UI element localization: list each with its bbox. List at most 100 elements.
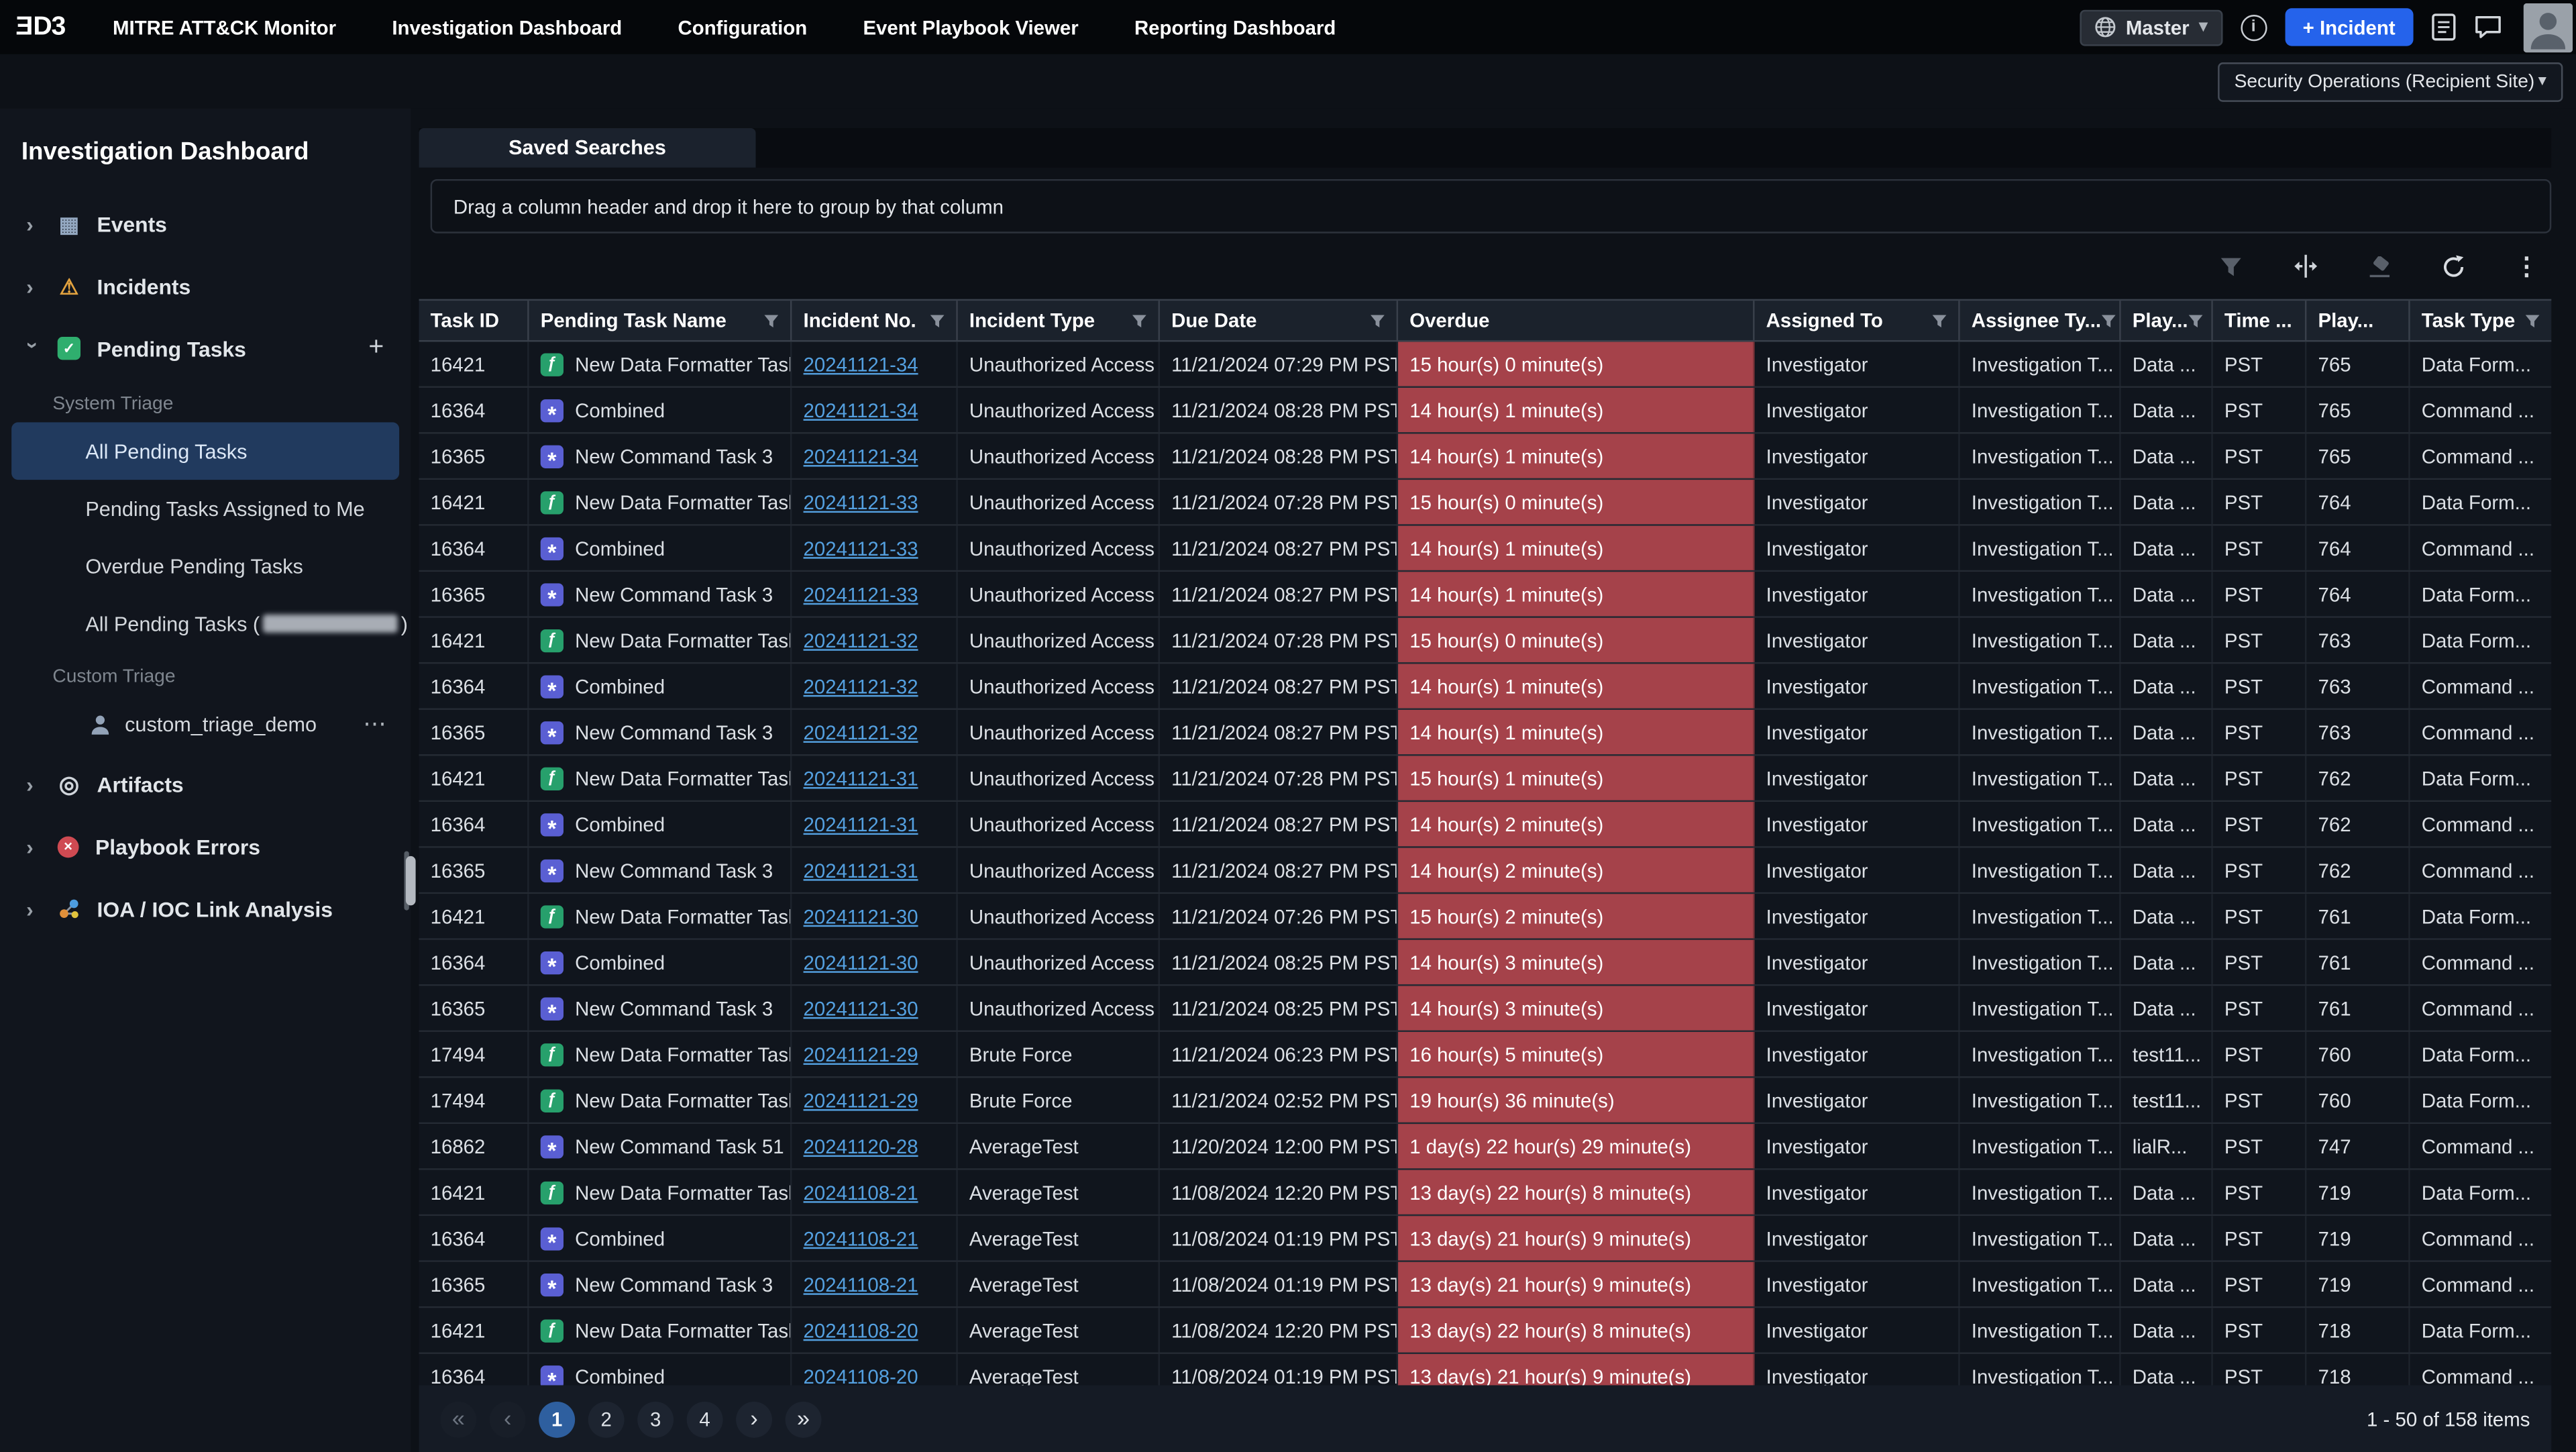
filter-icon[interactable] xyxy=(2188,313,2203,328)
last-page-button[interactable]: » xyxy=(786,1401,822,1437)
incident-link[interactable]: 20241121-34 xyxy=(804,352,918,375)
table-row[interactable]: 16364 Combined 20241121-33 Unauthorized … xyxy=(419,526,2551,572)
sidebar-item-overdue-pending-tasks[interactable]: Overdue Pending Tasks xyxy=(0,537,411,595)
table-row[interactable]: 16364 Combined 20241108-21 AverageTest 1… xyxy=(419,1216,2551,1262)
master-dropdown[interactable]: Master ▾ xyxy=(2080,9,2222,45)
table-row[interactable]: 16365 New Command Task 3 20241121-34 Una… xyxy=(419,434,2551,480)
table-row[interactable]: 16421 New Data Formatter Task 14 2024112… xyxy=(419,894,2551,940)
table-row[interactable]: 16364 Combined 20241121-31 Unauthorized … xyxy=(419,802,2551,848)
table-row[interactable]: 17494 New Data Formatter Task 68 2024112… xyxy=(419,1078,2551,1125)
new-incident-button[interactable]: + Incident xyxy=(2285,8,2414,46)
table-row[interactable]: 16421 New Data Formatter Task 14 2024112… xyxy=(419,342,2551,388)
column-header-task-type[interactable]: Task Type xyxy=(2410,301,2552,340)
sidebar-item-pending-tasks[interactable]: › Pending Tasks xyxy=(0,317,411,380)
incident-link[interactable]: 20241121-31 xyxy=(804,859,918,882)
table-row[interactable]: 16421 New Data Formatter Task 14 2024112… xyxy=(419,618,2551,664)
incident-link[interactable]: 20241121-33 xyxy=(804,490,918,513)
page-button-2[interactable]: 2 xyxy=(588,1401,625,1437)
table-row[interactable]: 16365 New Command Task 3 20241121-31 Una… xyxy=(419,848,2551,894)
filter-icon[interactable] xyxy=(764,313,779,328)
table-row[interactable]: 16421 New Data Formatter Task 14 2024112… xyxy=(419,480,2551,526)
incident-link[interactable]: 20241108-21 xyxy=(804,1181,918,1204)
table-row[interactable]: 16364 Combined 20241121-30 Unauthorized … xyxy=(419,940,2551,986)
table-row[interactable]: 16365 New Command Task 3 20241121-32 Una… xyxy=(419,710,2551,756)
column-header-time-zone[interactable]: Time ... xyxy=(2213,301,2307,340)
column-header-incident-no[interactable]: Incident No. xyxy=(792,301,957,340)
filter-icon[interactable] xyxy=(930,313,945,328)
table-row[interactable]: 16364 Combined 20241121-34 Unauthorized … xyxy=(419,388,2551,434)
first-page-button[interactable]: « xyxy=(440,1401,476,1437)
incident-link[interactable]: 20241121-33 xyxy=(804,537,918,560)
column-header-playbook-no[interactable]: Play... xyxy=(2306,301,2410,340)
incident-link[interactable]: 20241108-20 xyxy=(804,1365,918,1386)
sidebar-item-all-pending-tasks-site[interactable]: All Pending Tasks () xyxy=(0,595,411,653)
page-button-1[interactable]: 1 xyxy=(539,1401,575,1437)
filter-icon[interactable] xyxy=(1132,313,1146,328)
table-row[interactable]: 16365 New Command Task 3 20241108-21 Ave… xyxy=(419,1262,2551,1308)
filter-icon[interactable] xyxy=(2216,252,2246,281)
incident-link[interactable]: 20241121-34 xyxy=(804,444,918,467)
incident-link[interactable]: 20241108-20 xyxy=(804,1318,918,1341)
table-row[interactable]: 16862 New Command Task 51 20241120-28 Av… xyxy=(419,1124,2551,1170)
page-button-4[interactable]: 4 xyxy=(687,1401,723,1437)
filter-icon[interactable] xyxy=(1370,313,1385,328)
sidebar-item-custom-triage-demo[interactable]: custom_triage_demo ⋯ xyxy=(0,695,411,753)
filter-icon[interactable] xyxy=(2525,313,2540,328)
incident-link[interactable]: 20241108-21 xyxy=(804,1227,918,1249)
column-header-assignee-type[interactable]: Assignee Ty... xyxy=(1960,301,2121,340)
incident-link[interactable]: 20241121-31 xyxy=(804,766,918,789)
nav-configuration[interactable]: Configuration xyxy=(650,0,835,54)
incident-link[interactable]: 20241121-32 xyxy=(804,674,918,697)
sidebar-item-ioa-ioc-link-analysis[interactable]: › IOA / IOC Link Analysis xyxy=(0,878,411,940)
column-header-assigned-to[interactable]: Assigned To xyxy=(1755,301,1960,340)
table-row[interactable]: 16421 New Data Formatter Task 14 2024110… xyxy=(419,1308,2551,1354)
sidebar-item-artifacts[interactable]: › ◎ Artifacts xyxy=(0,753,411,815)
refresh-icon[interactable] xyxy=(2438,252,2467,281)
column-header-overdue[interactable]: Overdue xyxy=(1398,301,1754,340)
next-page-button[interactable]: › xyxy=(736,1401,772,1437)
table-row[interactable]: 16364 Combined 20241108-20 AverageTest 1… xyxy=(419,1354,2551,1386)
more-options-icon[interactable]: ⋯ xyxy=(363,710,388,738)
incident-link[interactable]: 20241121-31 xyxy=(804,813,918,835)
table-row[interactable]: 17494 New Data Formatter Task 68 2024112… xyxy=(419,1032,2551,1078)
table-row[interactable]: 16365 New Command Task 3 20241121-30 Una… xyxy=(419,986,2551,1032)
table-row[interactable]: 16365 New Command Task 3 20241121-33 Una… xyxy=(419,572,2551,618)
column-header-task-id[interactable]: Task ID xyxy=(419,301,529,340)
sidebar-item-events[interactable]: › ▦ Events xyxy=(0,193,411,255)
incident-link[interactable]: 20241121-32 xyxy=(804,721,918,743)
table-row[interactable]: 16364 Combined 20241121-32 Unauthorized … xyxy=(419,664,2551,710)
d3-logo[interactable]: ED3 xyxy=(16,12,65,42)
column-header-incident-type[interactable]: Incident Type xyxy=(958,301,1160,340)
nav-reporting-dashboard[interactable]: Reporting Dashboard xyxy=(1106,0,1364,54)
sidebar-resize-handle[interactable] xyxy=(406,856,416,905)
previous-page-button[interactable]: ‹ xyxy=(490,1401,526,1437)
page-button-3[interactable]: 3 xyxy=(637,1401,674,1437)
incident-link[interactable]: 20241121-30 xyxy=(804,904,918,927)
group-by-bar[interactable]: Drag a column header and drop it here to… xyxy=(431,179,2552,234)
eraser-icon[interactable] xyxy=(2364,252,2394,281)
nav-investigation-dashboard[interactable]: Investigation Dashboard xyxy=(364,0,650,54)
report-icon[interactable] xyxy=(2431,13,2456,42)
sidebar-item-playbook-errors[interactable]: › Playbook Errors xyxy=(0,815,411,878)
avatar[interactable] xyxy=(2524,3,2573,52)
filter-icon[interactable] xyxy=(2101,313,2116,328)
incident-link[interactable]: 20241121-30 xyxy=(804,951,918,974)
incident-link[interactable]: 20241121-34 xyxy=(804,399,918,421)
incident-link[interactable]: 20241120-28 xyxy=(804,1135,918,1157)
table-row[interactable]: 16421 New Data Formatter Task 14 2024110… xyxy=(419,1170,2551,1216)
incident-link[interactable]: 20241121-33 xyxy=(804,582,918,605)
site-selector[interactable]: Security Operations (Recipient Site) ▾ xyxy=(2218,62,2563,101)
sidebar-item-incidents[interactable]: › ⚠ Incidents xyxy=(0,255,411,317)
nav-event-playbook-viewer[interactable]: Event Playbook Viewer xyxy=(835,0,1107,54)
column-header-pending-task-name[interactable]: Pending Task Name xyxy=(529,301,792,340)
chat-icon[interactable] xyxy=(2474,15,2502,40)
sidebar-item-all-pending-tasks[interactable]: All Pending Tasks xyxy=(11,422,399,480)
info-icon[interactable] xyxy=(2241,14,2267,40)
incident-link[interactable]: 20241108-21 xyxy=(804,1273,918,1296)
column-header-playbook[interactable]: Play... xyxy=(2121,301,2213,340)
incident-link[interactable]: 20241121-29 xyxy=(804,1088,918,1111)
filter-icon[interactable] xyxy=(1932,313,1947,328)
tab-saved-searches[interactable]: Saved Searches xyxy=(419,128,755,168)
add-pending-view-button[interactable] xyxy=(362,333,391,363)
nav-mitre-attack-monitor[interactable]: MITRE ATT&CK Monitor xyxy=(85,0,364,54)
